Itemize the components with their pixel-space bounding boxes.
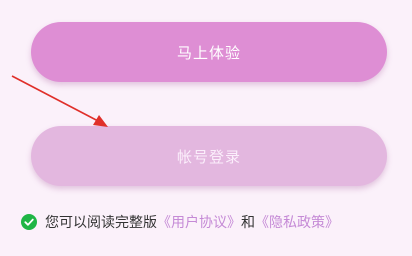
agreement-prefix: 您可以阅读完整版 xyxy=(45,215,157,231)
privacy-policy-link[interactable]: 《隐私政策》 xyxy=(255,212,339,232)
user-agreement-link[interactable]: 《用户协议》 xyxy=(157,212,241,232)
agreement-conjunction: 和 xyxy=(241,215,255,231)
check-circle-icon[interactable] xyxy=(21,214,37,230)
agreement-row: 您可以阅读完整版 《用户协议》 和 《隐私政策》 xyxy=(21,212,339,232)
